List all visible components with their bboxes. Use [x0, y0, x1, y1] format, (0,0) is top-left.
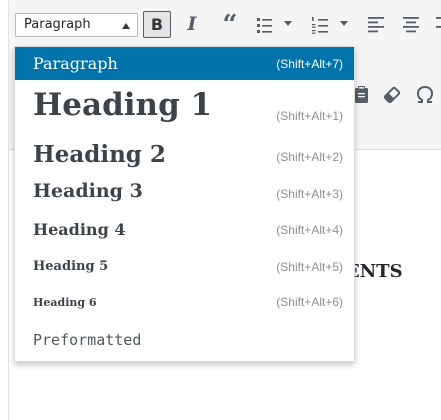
menu-item-shortcut: (Shift+Alt+2)	[276, 150, 343, 164]
align-left-button[interactable]	[366, 12, 386, 38]
align-right-button[interactable]	[434, 12, 441, 38]
align-center-icon	[403, 17, 419, 33]
bold-button[interactable]: B	[143, 11, 171, 38]
blockquote-icon: “	[222, 10, 238, 40]
caret-up-icon	[122, 23, 130, 29]
special-character-button[interactable]	[414, 84, 436, 110]
bold-icon: B	[150, 15, 164, 34]
bullet-list-dropdown[interactable]	[282, 19, 294, 29]
menu-item-label: Paragraph	[33, 54, 118, 73]
format-select-value: Paragraph	[24, 17, 91, 32]
menu-item-label: Preformatted	[33, 331, 142, 349]
menu-item-label: Heading 5	[33, 259, 109, 274]
menu-item-heading-5[interactable]: Heading 5 (Shift+Alt+5)	[15, 249, 354, 285]
bullet-list-icon	[257, 18, 272, 33]
menu-item-label: Heading 1	[33, 87, 213, 123]
menu-item-heading-6[interactable]: Heading 6 (Shift+Alt+6)	[15, 285, 354, 321]
align-left-icon	[368, 17, 384, 33]
menu-item-heading-3[interactable]: Heading 3 (Shift+Alt+3)	[15, 175, 354, 212]
align-center-button[interactable]	[401, 12, 421, 38]
menu-item-shortcut: (Shift+Alt+7)	[276, 57, 343, 71]
menu-item-heading-2[interactable]: Heading 2 (Shift+Alt+2)	[15, 137, 354, 175]
bullet-list-button[interactable]	[254, 12, 274, 38]
editor-left-border	[8, 0, 9, 420]
numbered-list-button[interactable]	[310, 12, 330, 38]
align-right-icon	[436, 17, 441, 28]
clear-formatting-button[interactable]	[381, 84, 403, 110]
menu-item-label: Heading 3	[33, 180, 143, 202]
omega-icon	[416, 85, 434, 103]
menu-item-paragraph[interactable]: Paragraph (Shift+Alt+7)	[15, 47, 354, 80]
menu-item-heading-1[interactable]: Heading 1 (Shift+Alt+1)	[15, 80, 354, 137]
italic-icon: I	[187, 13, 197, 35]
format-select[interactable]: Paragraph	[15, 13, 138, 37]
numbered-list-dropdown[interactable]	[338, 19, 350, 29]
menu-item-shortcut: (Shift+Alt+4)	[276, 223, 343, 237]
menu-item-shortcut: (Shift+Alt+3)	[276, 187, 343, 201]
dropdown-caret-icon	[284, 21, 292, 26]
dropdown-caret-icon	[340, 21, 348, 26]
eraser-icon	[383, 86, 401, 104]
menu-item-label: Heading 4	[33, 220, 126, 239]
format-dropdown-menu: Paragraph (Shift+Alt+7) Heading 1 (Shift…	[14, 46, 355, 362]
menu-item-preformatted[interactable]: Preformatted	[15, 321, 354, 361]
numbered-list-icon	[312, 17, 328, 34]
menu-item-shortcut: (Shift+Alt+6)	[276, 295, 343, 309]
menu-item-shortcut: (Shift+Alt+1)	[276, 109, 343, 123]
menu-item-label: Heading 6	[33, 296, 97, 309]
menu-item-shortcut: (Shift+Alt+5)	[276, 260, 343, 274]
blockquote-button[interactable]: “	[218, 10, 240, 40]
menu-item-label: Heading 2	[33, 141, 166, 168]
editor-content-text[interactable]: ENTS	[352, 261, 412, 282]
menu-item-heading-4[interactable]: Heading 4 (Shift+Alt+4)	[15, 212, 354, 249]
italic-button[interactable]: I	[180, 12, 204, 38]
